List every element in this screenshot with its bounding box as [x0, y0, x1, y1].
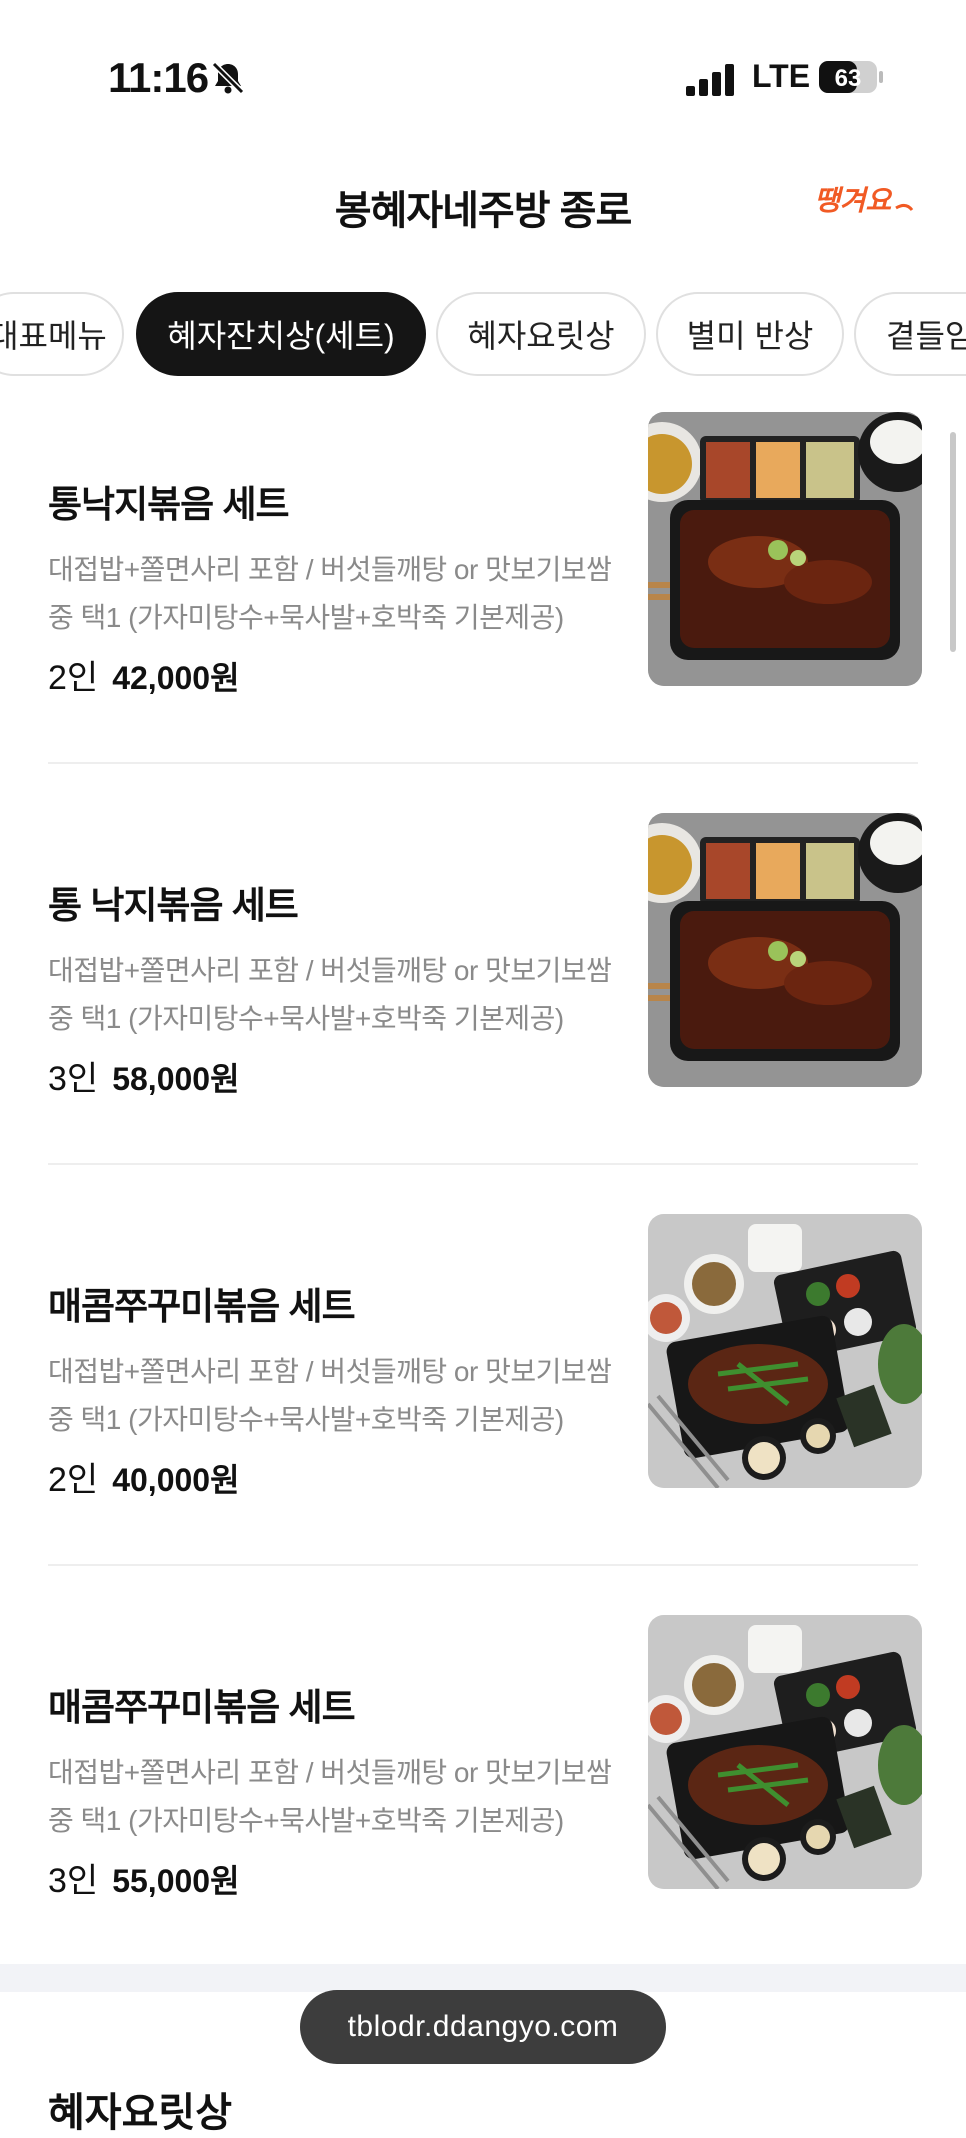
menu-item-price: 3인 58,000원	[48, 1051, 240, 1100]
menu-item[interactable]: 통 낙지볶음 세트 대접밥+쫄면사리 포함 / 버섯들깨탕 or 맛보기보쌈 중 …	[0, 813, 966, 1213]
menu-item[interactable]: 통낙지볶음 세트 대접밥+쫄면사리 포함 / 버섯들깨탕 or 맛보기보쌈 중 택…	[0, 412, 966, 812]
serving-size: 3인	[48, 1862, 99, 1900]
price-value: 42,000원	[112, 660, 240, 696]
status-bar: 11:16 LTE 63	[0, 0, 966, 150]
divider	[48, 1163, 918, 1165]
menu-item-name: 통 낙지볶음 세트	[48, 885, 299, 926]
menu-item-name: 매콤쭈꾸미볶음 세트	[48, 1687, 356, 1728]
serving-size: 3인	[48, 1060, 99, 1098]
price-value: 40,000원	[112, 1462, 240, 1498]
webfoot-octopus-set-photo	[648, 1214, 922, 1488]
divider	[48, 762, 918, 764]
battery-icon: 63	[819, 61, 883, 93]
battery-level: 63	[835, 65, 862, 92]
menu-item-description: 대접밥+쫄면사리 포함 / 버섯들깨탕 or 맛보기보쌈 중 택1 (가자미탕수+…	[48, 554, 612, 633]
serving-size: 2인	[48, 659, 99, 697]
menu-item-price: 2인 40,000원	[48, 1452, 240, 1501]
section-separator	[0, 1964, 966, 1992]
menu-item-name: 매콤쭈꾸미볶음 세트	[48, 1286, 356, 1327]
tab-hyeja-feast-set[interactable]: 혜자잔치상(세트)	[136, 292, 426, 376]
menu-item-name: 통낙지볶음 세트	[48, 484, 290, 525]
menu-item-description: 대접밥+쫄면사리 포함 / 버섯들깨탕 or 맛보기보쌈 중 택1 (가자미탕수+…	[48, 955, 612, 1034]
octopus-set-photo	[648, 813, 922, 1087]
svg-text:땡겨요: 땡겨요	[814, 184, 894, 217]
octopus-set-photo	[648, 412, 922, 686]
cellular-signal-icon	[686, 64, 734, 96]
webfoot-octopus-set-photo	[648, 1615, 922, 1889]
ddangyo-logo[interactable]: 땡겨요	[812, 178, 916, 224]
menu-item-description: 대접밥+쫄면사리 포함 / 버섯들깨탕 or 맛보기보쌈 중 택1 (가자미탕수+…	[48, 1757, 612, 1836]
serving-size: 2인	[48, 1461, 99, 1499]
category-tabs: 대표메뉴 혜자잔치상(세트) 혜자요릿상 별미 반상 곁들임	[0, 292, 966, 380]
section-heading: 혜자요릿상	[48, 2091, 232, 2135]
tab-side-dishes[interactable]: 곁들임	[854, 292, 966, 376]
network-type: LTE	[752, 58, 811, 94]
menu-item-price: 3인 55,000원	[48, 1853, 240, 1902]
tab-signature-menu[interactable]: 대표메뉴	[0, 292, 124, 376]
tab-hyeja-dishes[interactable]: 혜자요릿상	[436, 292, 646, 376]
tab-special-meal[interactable]: 별미 반상	[656, 292, 844, 376]
menu-item[interactable]: 매콤쭈꾸미볶음 세트 대접밥+쫄면사리 포함 / 버섯들깨탕 or 맛보기보쌈 중…	[0, 1615, 966, 2015]
bell-muted-icon	[211, 61, 245, 95]
menu-item[interactable]: 매콤쭈꾸미볶음 세트 대접밥+쫄면사리 포함 / 버섯들깨탕 or 맛보기보쌈 중…	[0, 1214, 966, 1614]
status-time: 11:16	[108, 54, 209, 101]
menu-item-price: 2인 42,000원	[48, 650, 240, 699]
divider	[48, 1564, 918, 1566]
url-bar[interactable]: tblodr.ddangyo.com	[300, 1990, 666, 2064]
price-value: 55,000원	[112, 1863, 240, 1899]
price-value: 58,000원	[112, 1061, 240, 1097]
menu-item-description: 대접밥+쫄면사리 포함 / 버섯들깨탕 or 맛보기보쌈 중 택1 (가자미탕수+…	[48, 1356, 612, 1435]
